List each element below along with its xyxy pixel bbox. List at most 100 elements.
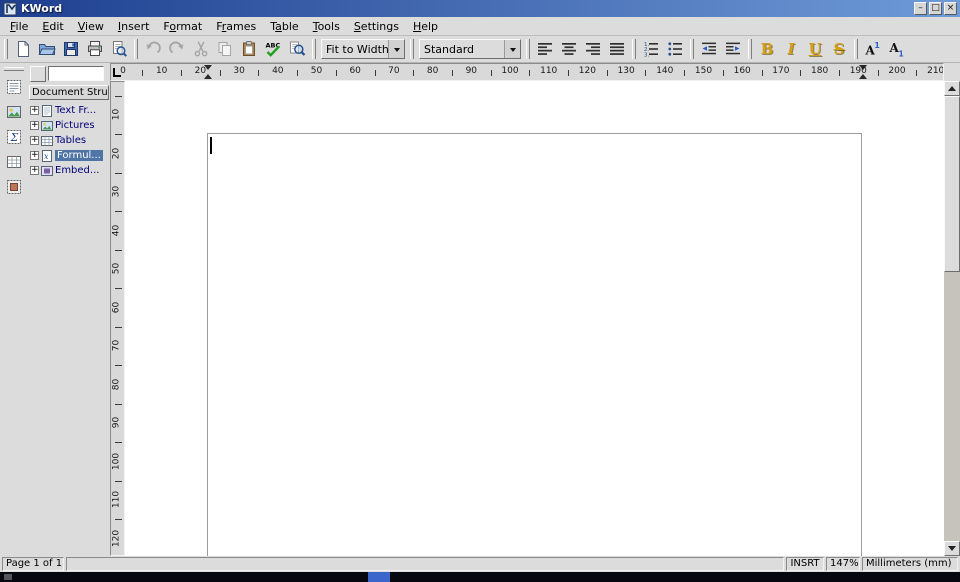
frames-toolbar: Σ <box>0 63 28 556</box>
strikethrough-button[interactable]: S <box>827 37 851 61</box>
window-controls: –□× <box>912 2 957 15</box>
copy-button[interactable] <box>213 37 237 61</box>
ruler-tick <box>142 70 143 76</box>
toolbar-handle[interactable] <box>632 39 636 59</box>
indent-more-icon <box>724 40 742 58</box>
print-button[interactable] <box>83 37 107 61</box>
kword-app-icon[interactable] <box>3 2 17 16</box>
list-bullet-icon <box>666 40 684 58</box>
undo-button[interactable] <box>141 37 165 61</box>
insert-picture-frame-button[interactable] <box>2 100 26 124</box>
toolbar-handle[interactable] <box>748 39 752 59</box>
cut-button[interactable] <box>189 37 213 61</box>
vertical-ruler[interactable]: 102030405060708090100110120 <box>110 81 125 556</box>
expander-icon[interactable]: + <box>30 166 39 175</box>
titlebar-drag-area[interactable] <box>62 0 912 17</box>
tree-item-text-fr[interactable]: +Text Fr... <box>29 103 110 118</box>
tree-item-tables[interactable]: +Tables <box>29 133 110 148</box>
menu-edit[interactable]: Edit <box>35 18 70 35</box>
toolbar-handle[interactable] <box>854 39 858 59</box>
align-right-button[interactable] <box>581 37 605 61</box>
chevron-down-icon[interactable] <box>504 40 520 58</box>
tree-item-formul[interactable]: +xFormul... <box>29 148 110 163</box>
menu-help[interactable]: Help <box>406 18 445 35</box>
ruler-label: 100 <box>112 449 125 473</box>
save-icon <box>62 40 80 58</box>
toolbar-handle[interactable] <box>134 39 138 59</box>
horizontal-ruler[interactable]: 0102030405060708090100110120130140150160… <box>110 63 944 81</box>
increase-indent-button[interactable] <box>721 37 745 61</box>
menu-file[interactable]: File <box>3 18 35 35</box>
document-page[interactable] <box>207 133 862 556</box>
paste-button[interactable] <box>237 37 261 61</box>
folder-open-icon <box>38 40 56 58</box>
insert-table-button[interactable] <box>2 150 26 174</box>
subscript-button[interactable]: A1 <box>885 37 909 61</box>
content-area: Σ Document Stru +Text Fr...+Pictures+Tab… <box>0 63 960 556</box>
insert-text-frame-button[interactable] <box>2 75 26 99</box>
align-center-button[interactable] <box>557 37 581 61</box>
align-justify-button[interactable] <box>605 37 629 61</box>
close-button[interactable]: × <box>944 2 957 15</box>
ruler-label: 170 <box>772 66 789 76</box>
scroll-down-button[interactable] <box>944 541 960 556</box>
document-canvas[interactable] <box>125 81 944 556</box>
ruler-label: 20 <box>112 141 125 165</box>
menu-table[interactable]: Table <box>263 18 305 35</box>
scrollbar-thumb[interactable] <box>944 96 960 272</box>
menu-insert[interactable]: Insert <box>111 18 157 35</box>
tree-item-embed[interactable]: +Embed... <box>29 163 110 178</box>
menu-format[interactable]: Format <box>156 18 209 35</box>
toolbar-handle[interactable] <box>526 39 530 59</box>
toolbar-handle[interactable] <box>4 67 24 71</box>
spellcheck-button[interactable]: ABC <box>261 37 285 61</box>
sidebar-text-input[interactable] <box>48 66 104 81</box>
zoom-combo-value: Fit to Width <box>322 43 388 56</box>
expander-icon[interactable]: + <box>30 136 39 145</box>
scroll-up-button[interactable] <box>944 81 960 96</box>
numbered-list-button[interactable]: 1.2.3. <box>639 37 663 61</box>
ruler-tick <box>491 70 492 76</box>
titlebar[interactable]: KWord –□× <box>0 0 960 17</box>
open-document-button[interactable] <box>35 37 59 61</box>
expander-icon[interactable]: + <box>30 121 39 130</box>
style-combo[interactable]: Standard <box>419 39 521 59</box>
bullet-list-button[interactable] <box>663 37 687 61</box>
tree-item-pictures[interactable]: +Pictures <box>29 118 110 133</box>
maximize-button[interactable]: □ <box>929 2 942 15</box>
minimize-button[interactable]: – <box>914 2 927 15</box>
insert-formula-frame-button[interactable]: Σ <box>2 125 26 149</box>
apply-input-button[interactable] <box>30 66 46 82</box>
superscript-button[interactable]: A1 <box>861 37 885 61</box>
vertical-scrollbar[interactable] <box>944 81 960 556</box>
bold-button[interactable]: B <box>755 37 779 61</box>
print-icon <box>86 40 104 58</box>
menu-view[interactable]: View <box>71 18 111 35</box>
align-left-button[interactable] <box>533 37 557 61</box>
zoom-combo[interactable]: Fit to Width <box>321 39 405 59</box>
ruler-tick <box>413 70 414 76</box>
expander-icon[interactable]: + <box>30 106 39 115</box>
expander-icon[interactable]: + <box>30 151 39 160</box>
save-document-button[interactable] <box>59 37 83 61</box>
print-preview-button[interactable] <box>107 37 131 61</box>
underline-button[interactable]: U <box>803 37 827 61</box>
menu-tools[interactable]: Tools <box>306 18 347 35</box>
kword-window: KWord –□× FileEditViewInsertFormatFrames… <box>0 0 960 582</box>
menu-frames[interactable]: Frames <box>209 18 263 35</box>
toolbar-handle[interactable] <box>410 39 414 59</box>
menu-settings[interactable]: Settings <box>347 18 406 35</box>
redo-button[interactable] <box>165 37 189 61</box>
toolbar-handle[interactable] <box>690 39 694 59</box>
new-document-button[interactable] <box>11 37 35 61</box>
chevron-down-icon[interactable] <box>388 40 404 58</box>
ruler-tick <box>115 250 122 251</box>
toolbar-handle[interactable] <box>312 39 316 59</box>
ruler-tick <box>181 70 182 76</box>
toolbar-handle[interactable] <box>4 39 8 59</box>
decrease-indent-button[interactable] <box>697 37 721 61</box>
insert-object-frame-button[interactable] <box>2 175 26 199</box>
italic-button[interactable]: I <box>779 37 803 61</box>
ruler-tick <box>452 70 453 76</box>
find-button[interactable] <box>285 37 309 61</box>
